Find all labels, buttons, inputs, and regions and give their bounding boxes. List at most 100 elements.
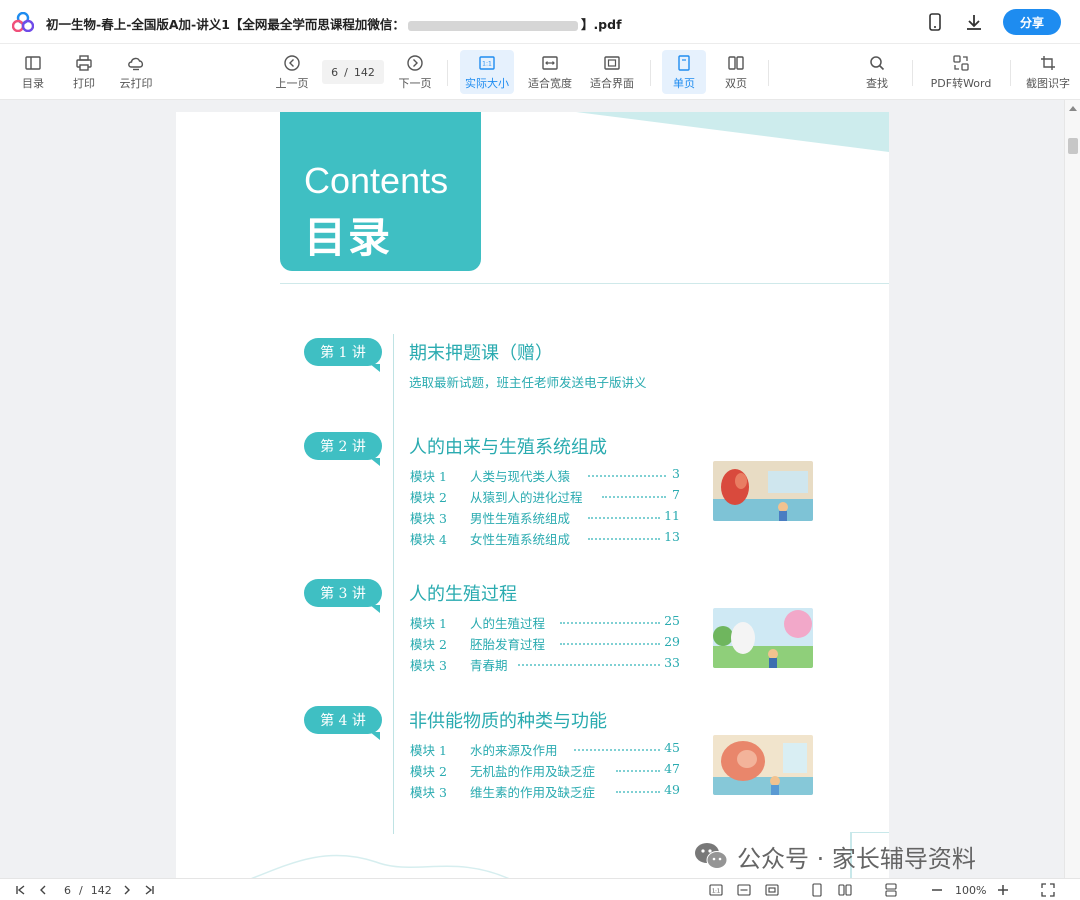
- module-name: 胚胎发育过程: [470, 637, 546, 652]
- wechat-icon: [695, 843, 728, 869]
- continuous-scroll-button[interactable]: [884, 882, 898, 898]
- module-item[interactable]: 模块 2 无机盐的作用及缺乏症 47: [410, 761, 680, 779]
- continuous-scroll-icon: [885, 883, 897, 897]
- decorative-band: [576, 112, 889, 152]
- crop-icon: [1041, 55, 1055, 70]
- module-label: 模块 3: [410, 511, 447, 526]
- first-page-icon: [16, 885, 25, 895]
- actual-size-label: 实际大小: [465, 76, 509, 90]
- prev-page-button[interactable]: 上一页: [272, 50, 312, 94]
- toc-button[interactable]: 目录: [14, 50, 52, 94]
- next-page-small-button[interactable]: [120, 882, 134, 898]
- module-item[interactable]: 模块 3 青春期 33: [410, 655, 680, 673]
- module-name: 女性生殖系统组成: [470, 532, 571, 547]
- toolbar-divider: [447, 60, 448, 86]
- module-page: 13: [664, 529, 680, 544]
- module-name: 人的生殖过程: [470, 616, 546, 631]
- print-button[interactable]: 打印: [66, 50, 102, 94]
- watermark-text: 公众号 · 家长辅导资料: [737, 844, 976, 873]
- bottom-current-page: 6: [64, 883, 71, 897]
- plus-icon: [998, 885, 1008, 895]
- last-page-button[interactable]: [142, 882, 156, 898]
- ocr-button[interactable]: 截图识字: [1022, 50, 1074, 94]
- sidebar-icon: [25, 55, 41, 70]
- next-page-button[interactable]: 下一页: [395, 50, 435, 94]
- mobile-icon[interactable]: [925, 12, 945, 32]
- module-label: 模块 1: [410, 616, 447, 631]
- fit-screen-small-button[interactable]: [765, 882, 779, 898]
- last-page-icon: [145, 885, 154, 895]
- fit-screen-button[interactable]: 适合界面: [586, 50, 638, 94]
- zoom-level[interactable]: 100%: [955, 882, 986, 898]
- first-page-button[interactable]: [14, 882, 28, 898]
- prev-page-small-button[interactable]: [36, 882, 50, 898]
- module-page: 7: [672, 487, 680, 502]
- vertical-scrollbar[interactable]: [1064, 100, 1080, 878]
- single-page-label: 单页: [673, 76, 695, 90]
- leader-dots: [616, 770, 660, 772]
- fit-width-button[interactable]: 适合宽度: [524, 50, 576, 94]
- module-item[interactable]: 模块 3 男性生殖系统组成 11: [410, 508, 680, 526]
- divider-line: [280, 283, 889, 284]
- module-page: 11: [664, 508, 680, 523]
- module-page: 49: [664, 782, 680, 797]
- pdf-to-word-button[interactable]: PDF转Word: [926, 50, 996, 94]
- cloud-print-button[interactable]: 云打印: [114, 50, 158, 94]
- module-item[interactable]: 模块 1 人的生殖过程 25: [410, 613, 680, 631]
- module-item[interactable]: 模块 1 人类与现代类人猿 3: [410, 466, 680, 484]
- current-page: 6: [331, 65, 339, 79]
- scroll-thumb[interactable]: [1068, 138, 1078, 154]
- module-item[interactable]: 模块 1 水的来源及作用 45: [410, 740, 680, 758]
- page-number-input[interactable]: 6 / 142: [322, 60, 384, 84]
- module-name: 水的来源及作用: [470, 743, 558, 758]
- actual-size-icon: 1:1: [479, 55, 495, 70]
- module-name: 男性生殖系统组成: [470, 511, 571, 526]
- module-item[interactable]: 模块 4 女性生殖系统组成 13: [410, 529, 680, 547]
- redacted-text: [407, 20, 578, 31]
- toolbar: 目录 打印 云打印 上一页 6 / 142 下一页 1:1 实际大小 适合宽度 …: [0, 44, 1080, 100]
- actual-size-small-button[interactable]: 1:1: [709, 882, 723, 898]
- share-button[interactable]: 分享: [1003, 9, 1061, 35]
- leader-dots: [616, 791, 660, 793]
- document-viewer[interactable]: Contents 目录 第 1 讲 期末押题课（赠） 选取最新试题，班主任老师发…: [0, 100, 1064, 878]
- leader-dots: [602, 496, 666, 498]
- chevron-right-icon: [124, 885, 130, 895]
- lecture-illustration: [713, 461, 813, 521]
- print-label: 打印: [73, 76, 95, 90]
- module-page: 45: [664, 740, 680, 755]
- leader-dots: [560, 643, 660, 645]
- fit-width-label: 适合宽度: [528, 76, 572, 90]
- actual-size-small-icon: 1:1: [709, 884, 723, 896]
- module-item[interactable]: 模块 3 维生素的作用及缺乏症 49: [410, 782, 680, 800]
- lecture-tag: 第 1 讲: [304, 338, 382, 372]
- module-label: 模块 2: [410, 637, 447, 652]
- chevron-left-icon: [40, 885, 46, 895]
- download-icon[interactable]: [964, 12, 984, 32]
- module-name: 青春期: [470, 658, 508, 673]
- find-button[interactable]: 查找: [858, 50, 896, 94]
- bottom-page-indicator[interactable]: 6 / 142: [64, 882, 112, 898]
- scroll-up-arrow[interactable]: [1069, 106, 1077, 111]
- toolbar-divider: [768, 60, 769, 86]
- module-item[interactable]: 模块 2 胚胎发育过程 29: [410, 634, 680, 652]
- fit-width-small-button[interactable]: [737, 882, 751, 898]
- actual-size-button[interactable]: 1:1 实际大小: [460, 50, 514, 94]
- single-page-button[interactable]: 单页: [662, 50, 706, 94]
- leader-dots: [574, 749, 660, 751]
- leader-dots: [588, 475, 666, 477]
- search-icon: [870, 55, 885, 70]
- convert-icon: [953, 54, 969, 71]
- lecture-subtitle: 选取最新试题，班主任老师发送电子版讲义: [409, 375, 647, 390]
- double-page-small-button[interactable]: [838, 882, 852, 898]
- toolbar-divider: [912, 60, 913, 86]
- double-page-button[interactable]: 双页: [714, 50, 758, 94]
- leader-dots: [560, 622, 660, 624]
- toolbar-divider: [650, 60, 651, 86]
- fullscreen-button[interactable]: [1041, 882, 1055, 898]
- zoom-in-button[interactable]: [996, 882, 1010, 898]
- module-name: 从猿到人的进化过程: [470, 490, 583, 505]
- zoom-out-button[interactable]: [930, 882, 944, 898]
- single-page-small-button[interactable]: [810, 882, 824, 898]
- pdf-page: Contents 目录 第 1 讲 期末押题课（赠） 选取最新试题，班主任老师发…: [176, 112, 889, 878]
- module-item[interactable]: 模块 2 从猿到人的进化过程 7: [410, 487, 680, 505]
